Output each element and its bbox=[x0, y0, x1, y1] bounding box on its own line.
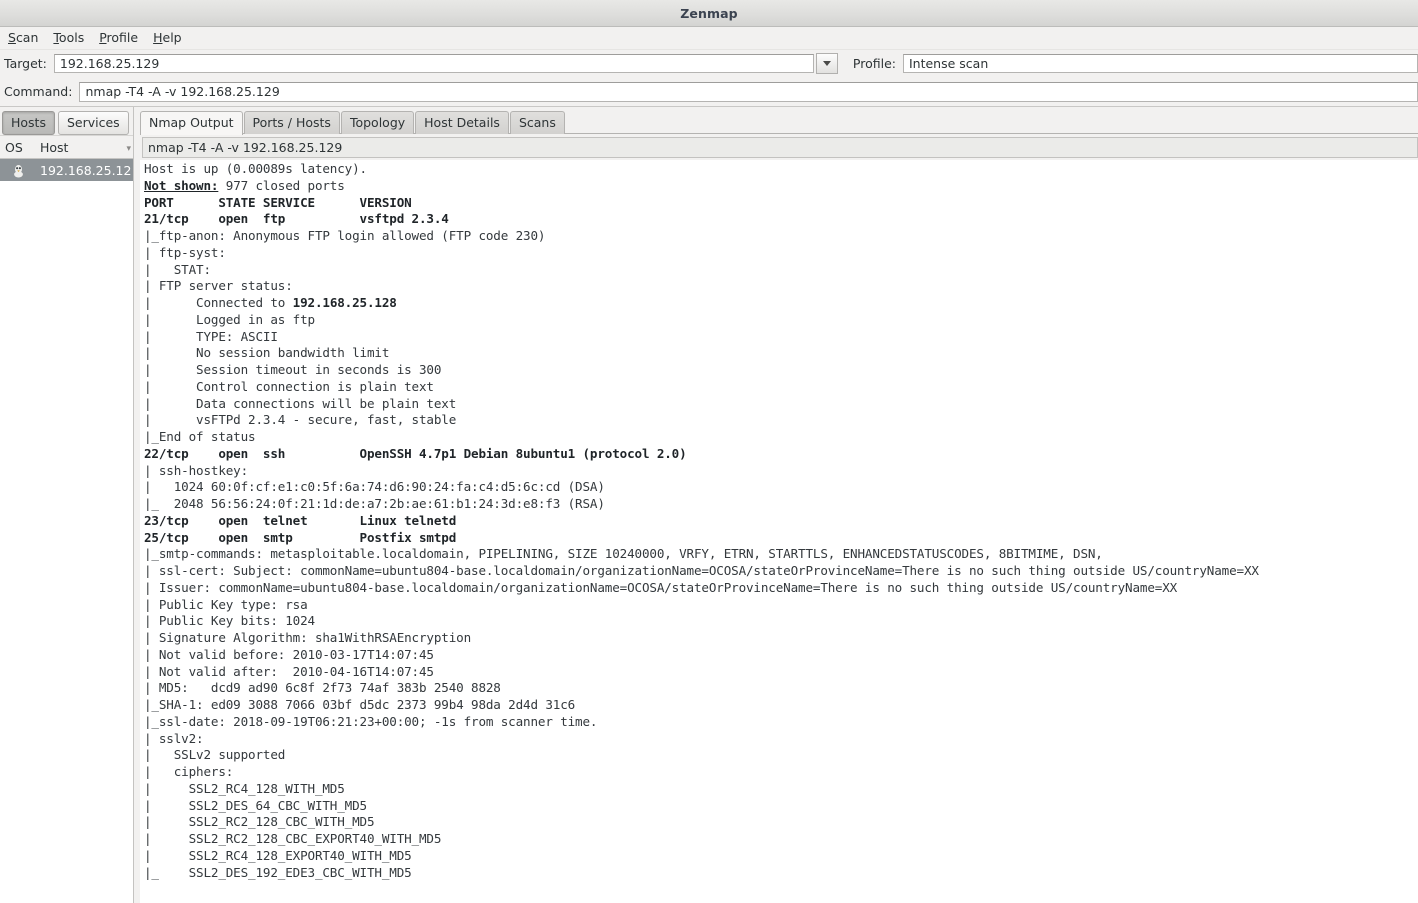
command-row: Command: nmap -T4 -A -v 192.168.25.129 bbox=[0, 77, 1418, 107]
command-label: Command: bbox=[4, 84, 73, 99]
host-list-header: OS Host ▾ bbox=[0, 135, 133, 159]
command-value: nmap -T4 -A -v 192.168.25.129 bbox=[85, 84, 280, 99]
tab-scans[interactable]: Scans bbox=[509, 111, 565, 134]
command-display[interactable]: nmap -T4 -A -v 192.168.25.129 bbox=[142, 137, 1418, 158]
profile-input[interactable]: Intense scan bbox=[902, 54, 1418, 73]
target-value: 192.168.25.129 bbox=[59, 56, 160, 71]
menu-accelerator: P bbox=[99, 30, 107, 45]
title-bar: Zenmap bbox=[0, 0, 1418, 27]
menu-bar: Scan Tools Profile Help bbox=[0, 27, 1418, 50]
target-row: Target: 192.168.25.129 Profile: Intense … bbox=[0, 50, 1418, 77]
menu-tools[interactable]: Tools bbox=[47, 28, 93, 48]
tab-topology[interactable]: Topology bbox=[340, 111, 415, 134]
host-list-item-label: 192.168.25.12 bbox=[40, 162, 132, 178]
zenmap-window: Zenmap Scan Tools Profile Help Target: 192.… bbox=[0, 0, 1418, 903]
column-header-os[interactable]: OS bbox=[0, 140, 37, 155]
nmap-output-text: Host is up (0.00089s latency). Not shown… bbox=[144, 161, 1259, 880]
host-list: 192.168.25.12 bbox=[0, 159, 133, 903]
sidebar-tab-services[interactable]: Services bbox=[57, 110, 129, 135]
menu-scan[interactable]: Scan bbox=[2, 28, 47, 48]
menu-accelerator: T bbox=[53, 30, 59, 45]
menu-help[interactable]: Help bbox=[147, 28, 191, 48]
command-display-row: nmap -T4 -A -v 192.168.25.129 bbox=[140, 134, 1418, 160]
menu-accelerator: H bbox=[153, 30, 163, 45]
profile-value: Intense scan bbox=[908, 56, 989, 71]
nmap-output-panel[interactable]: Host is up (0.00089s latency). Not shown… bbox=[140, 160, 1418, 903]
menu-profile[interactable]: Profile bbox=[93, 28, 147, 48]
tab-nmap-output[interactable]: Nmap Output bbox=[140, 111, 243, 135]
penguin-icon bbox=[0, 163, 37, 178]
hosts-sidebar: Hosts Services OS Host ▾ 192.168.25.12 bbox=[0, 107, 134, 903]
main-pane: Nmap Output Ports / Hosts Topology Host Det… bbox=[134, 107, 1418, 903]
main-tab-strip: Nmap Output Ports / Hosts Topology Host Det… bbox=[140, 107, 1418, 135]
tab-ports-hosts[interactable]: Ports / Hosts bbox=[243, 111, 340, 134]
column-resize-grip[interactable]: ▾ bbox=[126, 144, 131, 154]
target-dropdown-button[interactable] bbox=[815, 53, 838, 74]
target-input[interactable]: 192.168.25.129 bbox=[53, 54, 814, 73]
chevron-down-icon bbox=[822, 61, 831, 66]
host-list-item[interactable]: 192.168.25.12 bbox=[0, 159, 133, 181]
command-input[interactable]: nmap -T4 -A -v 192.168.25.129 bbox=[79, 81, 1418, 102]
command-display-text: nmap -T4 -A -v 192.168.25.129 bbox=[148, 140, 343, 155]
body-split: Hosts Services OS Host ▾ 192.168.25.12 Nm… bbox=[0, 107, 1418, 903]
window-title: Zenmap bbox=[680, 5, 738, 21]
menu-accelerator: S bbox=[8, 30, 16, 45]
tab-host-details[interactable]: Host Details bbox=[415, 111, 509, 134]
profile-label: Profile: bbox=[852, 56, 896, 71]
column-header-host[interactable]: Host bbox=[37, 140, 133, 155]
sidebar-tab-strip: Hosts Services bbox=[0, 107, 133, 135]
sidebar-tab-hosts[interactable]: Hosts bbox=[2, 110, 55, 135]
target-label: Target: bbox=[4, 56, 47, 71]
